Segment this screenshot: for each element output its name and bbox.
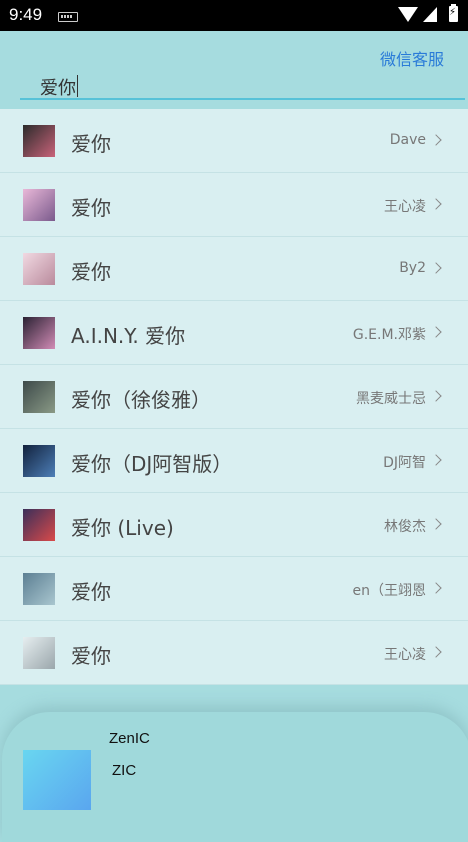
battery-icon — [449, 4, 458, 22]
song-title: 爱你 (Live) — [71, 516, 174, 540]
song-title: 爱你 — [71, 260, 111, 284]
list-item[interactable]: 爱你 王心凌 — [0, 173, 468, 237]
chevron-right-icon — [430, 390, 442, 402]
song-artist: 林俊杰 — [384, 519, 426, 535]
list-item[interactable]: 爱你（徐俊雅） 黑麦威士忌 — [0, 365, 468, 429]
song-title: 爱你 — [71, 580, 111, 604]
mini-player[interactable]: ZenIC ZIC — [2, 712, 468, 842]
song-title: A.I.N.Y. 爱你 — [71, 324, 186, 348]
chevron-right-icon — [430, 134, 442, 146]
chevron-right-icon — [430, 262, 442, 274]
album-cover — [23, 509, 55, 541]
song-artist: G.E.M.邓紫 — [352, 327, 426, 343]
song-title: 爱你（DJ阿智版） — [71, 452, 233, 476]
album-cover — [23, 637, 55, 669]
status-bar: 9:49 — [0, 0, 468, 31]
album-cover — [23, 573, 55, 605]
song-artist: DJ阿智 — [383, 455, 426, 471]
list-item[interactable]: A.I.N.Y. 爱你 G.E.M.邓紫 — [0, 301, 468, 365]
song-artist: 黑麦威士忌 — [356, 391, 426, 407]
song-title: 爱你（徐俊雅） — [71, 388, 211, 412]
wifi-icon — [398, 7, 418, 22]
search-header: 微信客服 爱你 — [0, 31, 468, 109]
song-artist: en（王翊恩 — [352, 583, 427, 599]
chevron-right-icon — [430, 454, 442, 466]
album-cover — [23, 125, 55, 157]
list-item[interactable]: 爱你 en（王翊恩 — [0, 557, 468, 621]
search-value: 爱你 — [40, 78, 76, 99]
list-item[interactable]: 爱你 (Live) 林俊杰 — [0, 493, 468, 557]
chevron-right-icon — [430, 198, 442, 210]
status-time: 9:49 — [9, 5, 43, 24]
album-cover — [23, 253, 55, 285]
chevron-right-icon — [430, 582, 442, 594]
list-item[interactable]: 爱你 By2 — [0, 237, 468, 301]
chevron-right-icon — [430, 326, 442, 338]
album-cover — [23, 445, 55, 477]
player-title: ZenIC — [109, 730, 150, 747]
chevron-right-icon — [430, 518, 442, 530]
chevron-right-icon — [430, 646, 442, 658]
signal-icon — [423, 7, 437, 22]
customer-service-link[interactable]: 微信客服 — [380, 46, 444, 70]
results-list: 爱你 Dave 爱你 王心凌 爱你 By2 A.I.N.Y. 爱你 G.E.M.邓紫 爱你（徐俊… — [0, 109, 468, 685]
song-artist: 王心凌 — [384, 199, 426, 215]
keyboard-icon — [58, 12, 78, 22]
song-artist: Dave — [389, 132, 426, 148]
search-input[interactable] — [20, 69, 465, 100]
text-caret — [77, 75, 78, 97]
song-artist: 王心凌 — [384, 647, 426, 663]
album-cover — [23, 189, 55, 221]
song-title: 爱你 — [71, 132, 111, 156]
player-artist: ZIC — [112, 762, 137, 779]
album-cover — [23, 317, 55, 349]
album-art[interactable] — [23, 750, 91, 810]
song-title: 爱你 — [71, 644, 111, 668]
list-item[interactable]: 爱你 Dave — [0, 109, 468, 173]
album-cover — [23, 381, 55, 413]
list-item[interactable]: 爱你 王心凌 — [0, 621, 468, 685]
song-title: 爱你 — [71, 196, 111, 220]
list-item[interactable]: 爱你（DJ阿智版） DJ阿智 — [0, 429, 468, 493]
song-artist: By2 — [399, 260, 426, 276]
